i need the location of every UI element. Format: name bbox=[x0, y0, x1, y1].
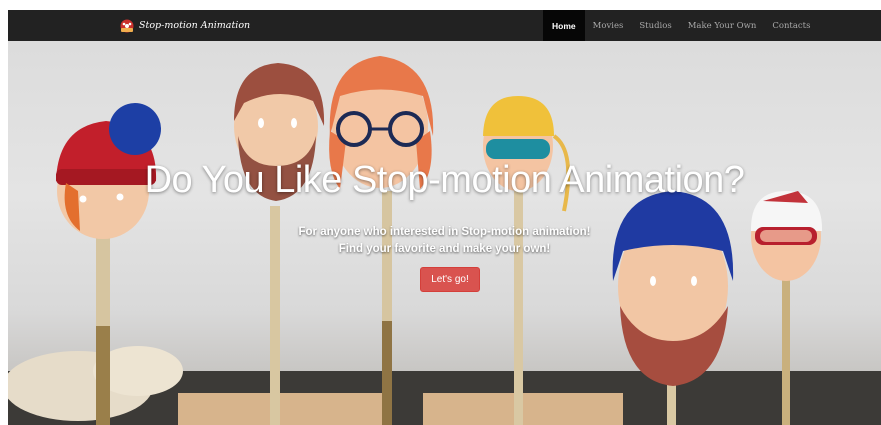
hero-section: Do You Like Stop-motion Animation? For a… bbox=[8, 41, 881, 425]
nav-link-home[interactable]: Home bbox=[543, 10, 585, 41]
top-navbar: Stop-motion Animation Home Movies Studio… bbox=[8, 10, 881, 41]
nav-link-movies[interactable]: Movies bbox=[585, 10, 632, 41]
hero-subtitle-line-2: Find your favorite and make your own! bbox=[338, 243, 551, 255]
nav-link-studios[interactable]: Studios bbox=[631, 10, 679, 41]
brand[interactable]: Stop-motion Animation bbox=[120, 10, 250, 41]
film-reel-logo-icon bbox=[120, 19, 134, 32]
hero-subtitle-line-1: For anyone who interested in Stop-motion… bbox=[298, 226, 591, 238]
nav-links: Home Movies Studios Make Your Own Contac… bbox=[543, 10, 818, 41]
nav-link-contacts[interactable]: Contacts bbox=[764, 10, 818, 41]
lets-go-button[interactable]: Let's go! bbox=[420, 267, 480, 292]
hero-title: Do You Like Stop-motion Animation? bbox=[144, 159, 745, 201]
hero-overlay: Do You Like Stop-motion Animation? For a… bbox=[8, 41, 881, 425]
nav-link-make-your-own[interactable]: Make Your Own bbox=[680, 10, 765, 41]
brand-text[interactable]: Stop-motion Animation bbox=[139, 20, 250, 31]
page: Stop-motion Animation Home Movies Studio… bbox=[0, 0, 881, 425]
